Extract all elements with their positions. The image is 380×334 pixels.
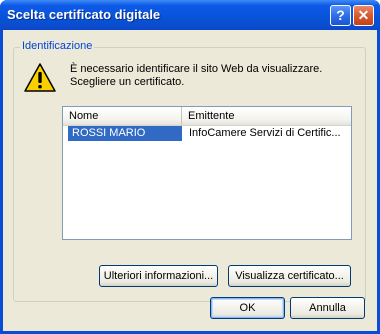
window-title: Scelta certificato digitale [7, 7, 161, 22]
more-info-button[interactable]: Ulteriori informazioni... [99, 265, 218, 287]
view-certificate-button[interactable]: Visualizza certificato... [228, 265, 351, 287]
message-line-1: È necessario identificare il sito Web da… [70, 63, 323, 75]
cell-nome[interactable]: ROSSI MARIO [68, 126, 182, 141]
column-header-nome[interactable]: Nome [63, 107, 182, 125]
table-row[interactable]: ROSSI MARIO InfoCamere Servizi di Certif… [63, 126, 351, 141]
warning-icon [24, 63, 56, 92]
ok-button[interactable]: OK [210, 297, 285, 319]
group-label: Identificazione [20, 40, 95, 52]
message-text: È necessario identificare il sito Web da… [70, 63, 322, 89]
dialog-window: Scelta certificato digitale ? ✕ Identifi… [0, 0, 380, 334]
cancel-button[interactable]: Annulla [290, 297, 365, 319]
certificate-list[interactable]: Nome Emittente ROSSI MARIO InfoCamere Se… [62, 106, 352, 240]
identification-group: Identificazione È necessario identificar… [13, 40, 366, 302]
help-button[interactable]: ? [330, 5, 351, 26]
list-header: Nome Emittente [63, 107, 351, 126]
dialog-body: Identificazione È necessario identificar… [3, 30, 377, 331]
title-bar[interactable]: Scelta certificato digitale ? ✕ [0, 0, 380, 30]
message-line-2: Scegliere un certificato. [70, 76, 185, 88]
cell-emittente[interactable]: InfoCamere Servizi di Certific... [189, 126, 349, 141]
column-header-emittente[interactable]: Emittente [182, 107, 351, 125]
close-button[interactable]: ✕ [353, 5, 374, 26]
